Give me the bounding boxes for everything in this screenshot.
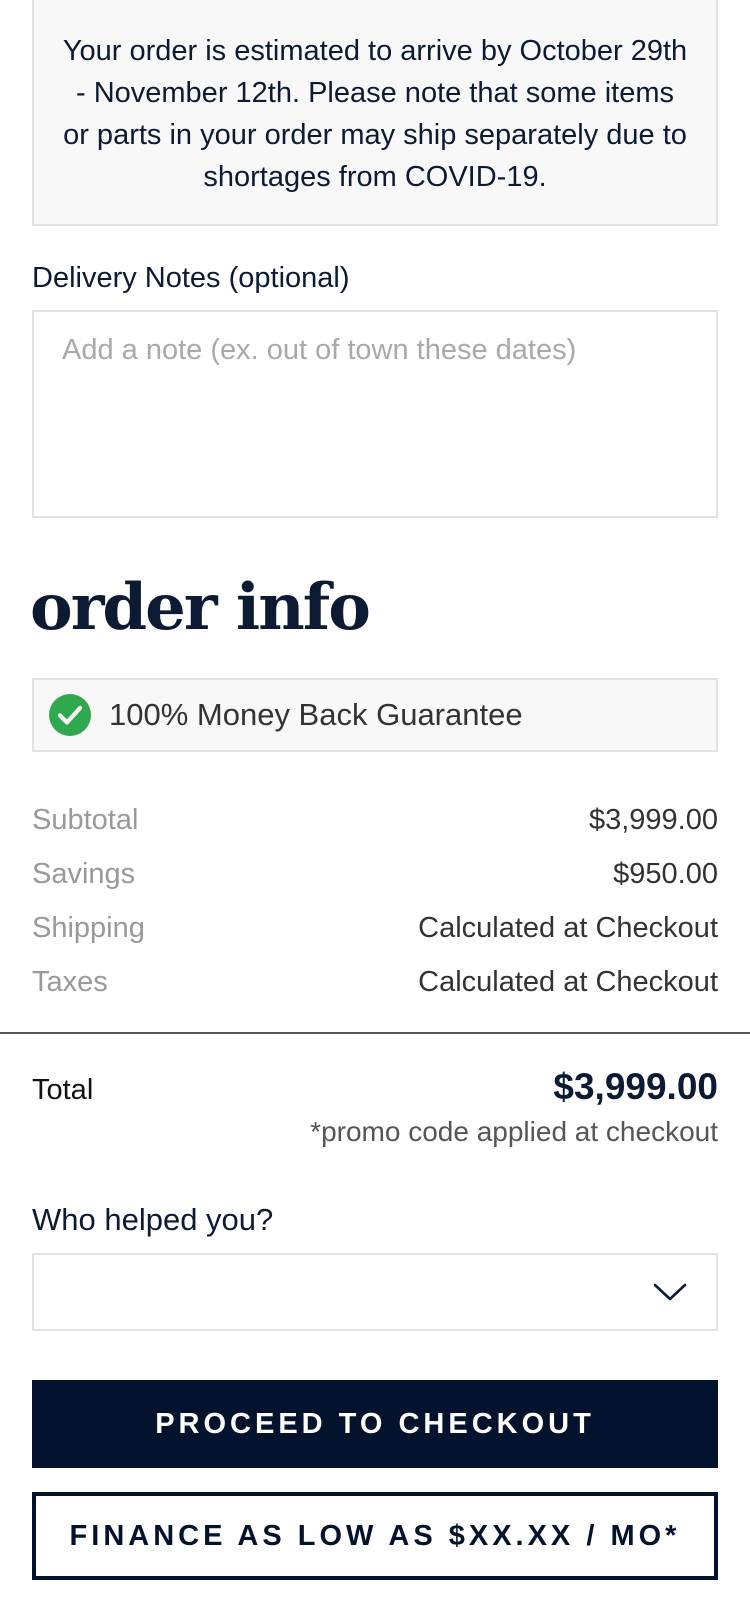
delivery-notes-label: Delivery Notes (optional): [32, 262, 350, 294]
who-helped-select[interactable]: [32, 1253, 718, 1331]
guarantee-text: 100% Money Back Guarantee: [109, 697, 523, 732]
summary-label: Subtotal: [32, 803, 139, 836]
summary-label: Shipping: [32, 911, 145, 944]
summary-value: Calculated at Checkout: [418, 911, 718, 944]
summary-label: Taxes: [32, 965, 108, 998]
summary-value: Calculated at Checkout: [418, 965, 718, 998]
summary-row-subtotal: Subtotal $3,999.00: [32, 800, 718, 840]
delivery-notes-input[interactable]: [32, 310, 718, 518]
total-label: Total: [32, 1074, 94, 1106]
check-circle-icon: [49, 694, 91, 736]
order-info-title: order info: [30, 570, 371, 645]
summary-row-taxes: Taxes Calculated at Checkout: [32, 962, 718, 1002]
summary-row-shipping: Shipping Calculated at Checkout: [32, 908, 718, 948]
summary-value: $3,999.00: [588, 803, 718, 836]
chevron-down-icon[interactable]: [652, 1277, 688, 1307]
summary-label: Savings: [32, 857, 136, 890]
delivery-estimate-notice: Your order is estimated to arrive by Oct…: [32, 0, 718, 226]
money-back-guarantee-banner: 100% Money Back Guarantee: [32, 678, 718, 752]
who-helped-label: Who helped you?: [32, 1202, 274, 1237]
promo-code-note: *promo code applied at checkout: [310, 1116, 718, 1147]
delivery-estimate-text: Your order is estimated to arrive by Oct…: [62, 35, 688, 193]
summary-value: $950.00: [613, 857, 718, 890]
summary-row-savings: Savings $950.00: [32, 854, 718, 894]
finance-button[interactable]: FINANCE AS LOW AS $XX.XX / MO*: [32, 1492, 718, 1580]
total-value: $3,999.00: [553, 1066, 718, 1107]
proceed-to-checkout-button[interactable]: PROCEED TO CHECKOUT: [32, 1380, 718, 1468]
summary-divider: [0, 1032, 750, 1034]
